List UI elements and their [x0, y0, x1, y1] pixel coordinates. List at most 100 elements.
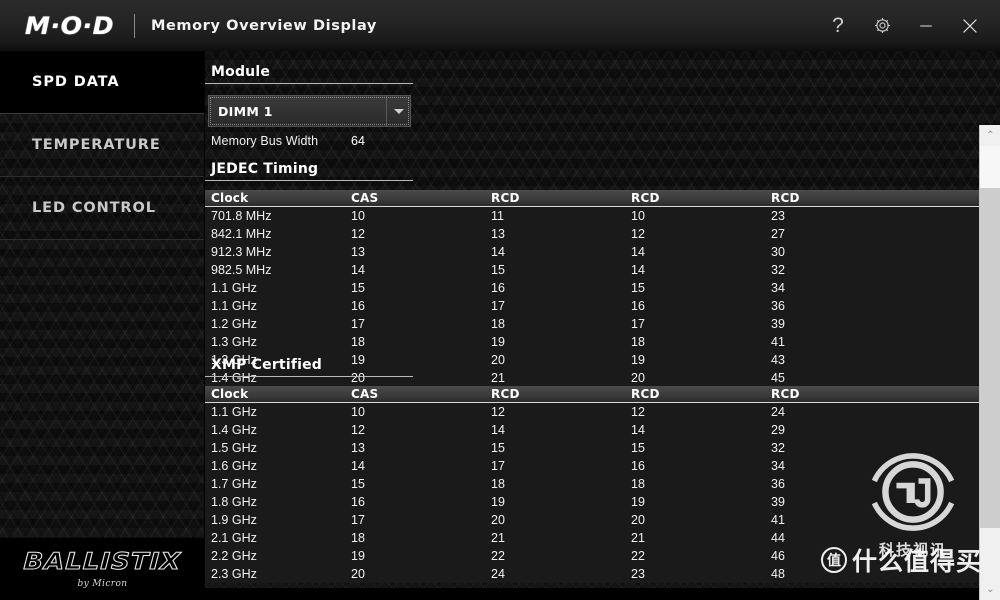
column-header-cas: CAS — [351, 387, 379, 401]
cell-rcd-3: 32 — [771, 441, 785, 455]
table-row: 1.2 GHz 17 18 17 39 — [205, 315, 986, 333]
cell-rcd-1: 22 — [491, 549, 505, 563]
mod-logo: M·O·D — [24, 11, 115, 40]
cell-rcd-1: 18 — [491, 317, 505, 331]
module-select-value: DIMM 1 — [218, 103, 273, 119]
table-row: 1.5 GHz 13 15 15 32 — [205, 439, 986, 457]
scroll-up-button[interactable]: ⌃ — [980, 125, 1000, 146]
cell-rcd-3: 39 — [771, 495, 785, 509]
cell-rcd-2: 21 — [631, 531, 645, 545]
window-controls: ? — [816, 0, 1000, 51]
cell-rcd-3: 41 — [771, 335, 785, 349]
cell-rcd-2: 16 — [631, 299, 645, 313]
cell-clock: 1.1 GHz — [211, 405, 257, 419]
table-header-row: Clock CAS RCD RCD RCD — [205, 190, 986, 207]
sidebar-item-led-control[interactable]: LED CONTROL — [0, 177, 204, 240]
column-header-rcd-1: RCD — [491, 387, 520, 401]
cell-rcd-2: 17 — [631, 317, 645, 331]
cell-rcd-1: 20 — [491, 513, 505, 527]
main-content: Module DIMM 1 Memory Bus Width 64 JEDEC … — [205, 51, 1000, 600]
sidebar-item-temperature[interactable]: TEMPERATURE — [0, 114, 204, 177]
cell-clock: 1.2 GHz — [211, 317, 257, 331]
sidebar-item-spd-data[interactable]: SPD DATA — [0, 51, 204, 114]
sidebar-item-label: TEMPERATURE — [32, 137, 161, 153]
cell-rcd-1: 15 — [491, 441, 505, 455]
cell-rcd-2: 20 — [631, 513, 645, 527]
table-row: 2.1 GHz 18 21 21 44 — [205, 529, 986, 547]
cell-cas: 15 — [351, 477, 365, 491]
cell-rcd-2: 15 — [631, 281, 645, 295]
cell-rcd-2: 14 — [631, 423, 645, 437]
cell-cas: 17 — [351, 513, 365, 527]
cell-rcd-2: 18 — [631, 335, 645, 349]
cell-rcd-3: 41 — [771, 513, 785, 527]
cell-rcd-1: 21 — [491, 531, 505, 545]
cell-cas: 20 — [351, 567, 365, 581]
jedec-heading: JEDEC Timing — [205, 161, 413, 181]
sidebar: SPD DATA TEMPERATURE LED CONTROL BALLIST… — [0, 51, 205, 600]
cell-cas: 13 — [351, 441, 365, 455]
cell-cas: 16 — [351, 299, 365, 313]
cell-cas: 18 — [351, 335, 365, 349]
table-row: 1.3 GHz 18 19 18 41 — [205, 333, 986, 351]
table-row: 1.1 GHz 16 17 16 36 — [205, 297, 986, 315]
chevron-down-icon[interactable] — [386, 96, 410, 126]
table-row: 842.1 MHz 12 13 12 27 — [205, 225, 986, 243]
column-header-cas: CAS — [351, 191, 379, 205]
cell-rcd-1: 11 — [491, 209, 504, 223]
cell-clock: 2.2 GHz — [211, 549, 257, 563]
scroll-down-button[interactable]: ⌄ — [980, 579, 1000, 600]
scrollbar-thumb[interactable] — [980, 188, 1000, 528]
vertical-scrollbar[interactable]: ⌃ ⌄ — [979, 125, 1000, 600]
cell-rcd-3: 27 — [771, 227, 785, 241]
cell-clock: 842.1 MHz — [211, 227, 272, 241]
help-button[interactable]: ? — [816, 0, 860, 51]
cell-rcd-2: 16 — [631, 459, 645, 473]
close-button[interactable] — [948, 0, 992, 51]
cell-rcd-1: 19 — [491, 495, 505, 509]
cell-rcd-2: 23 — [631, 567, 645, 581]
cell-rcd-1: 24 — [491, 567, 505, 581]
cell-cas: 16 — [351, 495, 365, 509]
cell-cas: 17 — [351, 317, 365, 331]
table-row: 982.5 MHz 14 15 14 32 — [205, 261, 986, 279]
minimize-icon — [920, 24, 932, 27]
module-select[interactable]: DIMM 1 — [208, 95, 411, 127]
cell-clock: 2.1 GHz — [211, 531, 257, 545]
cell-clock: 1.1 GHz — [211, 299, 257, 313]
cell-rcd-2: 14 — [631, 245, 645, 259]
xmp-certified-table: XMP Certified Clock CAS RCD RCD RCD 1.1 … — [205, 357, 986, 583]
memory-bus-width-row: Memory Bus Width 64 — [211, 134, 365, 148]
cell-cas: 10 — [351, 209, 365, 223]
table-row: 701.8 MHz 10 11 10 23 — [205, 207, 986, 225]
cell-rcd-3: 29 — [771, 423, 785, 437]
sidebar-item-label: LED CONTROL — [32, 200, 156, 216]
scrollbar-track-above[interactable] — [980, 146, 1000, 188]
cell-rcd-1: 14 — [491, 423, 505, 437]
column-header-rcd-3: RCD — [771, 387, 800, 401]
cell-rcd-2: 14 — [631, 263, 645, 277]
cell-cas: 13 — [351, 245, 365, 259]
cell-rcd-3: 34 — [771, 281, 785, 295]
cell-clock: 1.3 GHz — [211, 335, 257, 349]
cell-rcd-2: 22 — [631, 549, 645, 563]
table-row: 1.8 GHz 16 19 19 39 — [205, 493, 986, 511]
cell-cas: 12 — [351, 423, 365, 437]
cell-rcd-1: 17 — [491, 459, 505, 473]
module-section: Module — [205, 64, 413, 84]
brand-divider — [133, 13, 135, 38]
cell-cas: 10 — [351, 405, 365, 419]
minimize-button[interactable] — [904, 0, 948, 51]
cell-rcd-3: 36 — [771, 477, 785, 491]
cell-rcd-2: 18 — [631, 477, 645, 491]
table-row: 1.7 GHz 15 18 18 36 — [205, 475, 986, 493]
cell-clock: 2.3 GHz — [211, 567, 257, 581]
ballistix-logo: BALLISTIX by Micron — [0, 538, 205, 600]
title-bar: M·O·D Memory Overview Display ? — [0, 0, 1000, 51]
cell-rcd-3: 39 — [771, 317, 785, 331]
xmp-heading: XMP Certified — [205, 357, 413, 377]
cell-rcd-1: 15 — [491, 263, 505, 277]
table-row: 1.6 GHz 14 17 16 34 — [205, 457, 986, 475]
ballistix-wordmark: BALLISTIX — [23, 548, 183, 575]
settings-button[interactable] — [860, 0, 904, 51]
